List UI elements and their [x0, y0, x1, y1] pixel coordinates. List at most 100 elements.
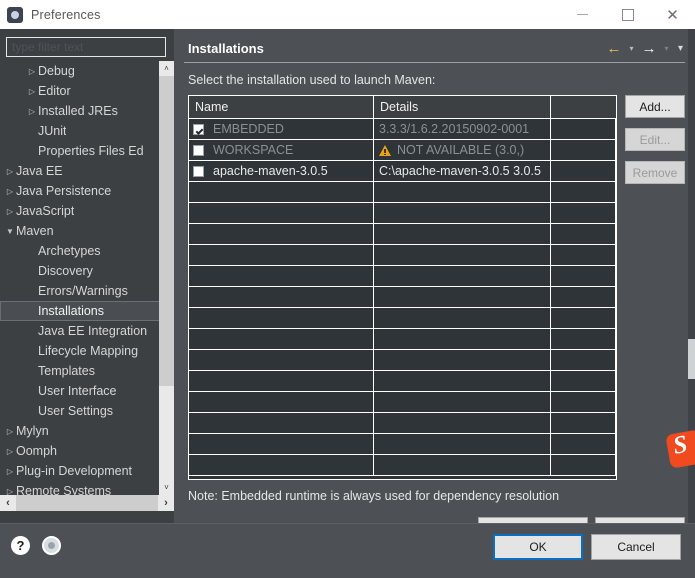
sidebar-item-java-ee[interactable]: ▷ Java EE	[0, 161, 174, 181]
sidebar-item-errors-warnings[interactable]: Errors/Warnings	[0, 281, 174, 301]
sidebar-item-discovery[interactable]: Discovery	[0, 261, 174, 281]
table-row-empty[interactable]	[189, 182, 616, 203]
sidebar-item-maven[interactable]: ▼ Maven	[0, 221, 174, 241]
sidebar-item-debug[interactable]: ▷ Debug	[0, 61, 174, 81]
installations-table[interactable]: Name Details EMBEDDED 3.3.3/1.6.2.2015090…	[188, 95, 617, 480]
cell-extra	[551, 203, 616, 223]
sidebar-item-junit[interactable]: JUnit	[0, 121, 174, 141]
sidebar-item-lifecycle-mapping[interactable]: Lifecycle Mapping	[0, 341, 174, 361]
installation-checkbox[interactable]	[193, 165, 204, 177]
sidebar-item-installed-jres[interactable]: ▷ Installed JREs	[0, 101, 174, 121]
minimize-button[interactable]	[560, 0, 605, 29]
table-row-empty[interactable]	[189, 392, 616, 413]
sidebar-item-editor[interactable]: ▷ Editor	[0, 81, 174, 101]
cancel-button[interactable]: Cancel	[591, 534, 681, 560]
view-menu-chevron-down-icon[interactable]: ▾	[674, 39, 687, 57]
sidebar-hscroll-thumb[interactable]	[16, 495, 158, 511]
sidebar-item-mylyn[interactable]: ▷ Mylyn	[0, 421, 174, 441]
cell-details	[374, 434, 551, 454]
cell-name	[189, 182, 374, 202]
expand-collapsed-icon[interactable]: ▷	[4, 427, 16, 436]
table-row-empty[interactable]	[189, 413, 616, 434]
sidebar-item-java-ee-integration[interactable]: Java EE Integration	[0, 321, 174, 341]
column-header-extra[interactable]	[551, 96, 616, 118]
cell-details	[374, 413, 551, 433]
cell-extra	[551, 413, 616, 433]
column-header-name[interactable]: Name	[189, 96, 374, 118]
dialog-scroll-thumb[interactable]	[688, 339, 695, 379]
sidebar-item-plug-in-development[interactable]: ▷ Plug-in Development	[0, 461, 174, 481]
table-row-empty[interactable]	[189, 350, 616, 371]
installation-checkbox[interactable]	[193, 123, 204, 135]
sidebar-vertical-scrollbar[interactable]: ˄ ˅	[159, 61, 174, 495]
scroll-up-icon[interactable]: ˄	[159, 61, 174, 76]
sidebar-item-oomph[interactable]: ▷ Oomph	[0, 441, 174, 461]
preferences-tree[interactable]: ▷ Debug ▷ Editor ▷ Installed JREs JUnit Propert…	[0, 61, 174, 495]
sidebar-item-archetypes[interactable]: Archetypes	[0, 241, 174, 261]
shell-settings-icon[interactable]	[42, 536, 61, 555]
maximize-button[interactable]	[605, 0, 650, 29]
cell-extra	[551, 350, 616, 370]
table-row[interactable]: WORKSPACE NOT AVAILABLE (3.0,)	[189, 140, 616, 161]
expand-collapsed-icon[interactable]: ▷	[4, 447, 16, 456]
table-row-empty[interactable]	[189, 287, 616, 308]
table-row-empty[interactable]	[189, 245, 616, 266]
cell-name	[189, 350, 374, 370]
cell-name	[189, 329, 374, 349]
installation-checkbox[interactable]	[193, 144, 204, 156]
forward-history-chevron-down-icon[interactable]: ▾	[660, 39, 673, 57]
expand-collapsed-icon[interactable]: ▷	[4, 487, 16, 496]
column-header-details[interactable]: Details	[374, 96, 551, 118]
cell-details	[374, 308, 551, 328]
table-row-empty[interactable]	[189, 371, 616, 392]
sidebar-item-installations[interactable]: Installations	[0, 301, 174, 321]
sidebar-item-label: JavaScript	[16, 204, 75, 218]
forward-arrow-icon[interactable]: →	[639, 39, 659, 57]
table-row-empty[interactable]	[189, 224, 616, 245]
filter-text-field[interactable]: type filter text	[6, 37, 166, 57]
table-row-empty[interactable]	[189, 308, 616, 329]
cell-details	[374, 182, 551, 202]
sidebar-item-templates[interactable]: Templates	[0, 361, 174, 381]
table-row-empty[interactable]	[189, 329, 616, 350]
help-icon[interactable]: ?	[11, 536, 30, 555]
table-row-empty[interactable]	[189, 434, 616, 455]
expand-collapsed-icon[interactable]: ▷	[4, 207, 16, 216]
preferences-page: Installations Select the installation us…	[178, 29, 695, 540]
back-history-chevron-down-icon[interactable]: ▾	[625, 39, 638, 57]
cell-details: NOT AVAILABLE (3.0,)	[374, 140, 551, 160]
expand-collapsed-icon[interactable]: ▷	[4, 467, 16, 476]
table-row-empty[interactable]	[189, 455, 616, 476]
back-arrow-icon[interactable]: ←	[604, 39, 624, 57]
sidebar-item-label: Plug-in Development	[16, 464, 133, 478]
scroll-right-icon[interactable]: ›	[158, 495, 174, 511]
sogou-ime-logo: S	[665, 429, 695, 469]
sidebar-item-user-interface[interactable]: User Interface	[0, 381, 174, 401]
scroll-down-icon[interactable]: ˅	[159, 480, 174, 495]
scroll-left-icon[interactable]: ‹	[0, 495, 16, 511]
sidebar-item-java-persistence[interactable]: ▷ Java Persistence	[0, 181, 174, 201]
expand-collapsed-icon[interactable]: ▷	[4, 167, 16, 176]
expand-collapsed-icon[interactable]: ▷	[26, 87, 38, 96]
close-button[interactable]: ✕	[650, 0, 695, 29]
ok-button[interactable]: OK	[493, 534, 583, 560]
sidebar-item-properties-files-ed[interactable]: Properties Files Ed	[0, 141, 174, 161]
page-note: Note: Embedded runtime is always used fo…	[188, 489, 560, 503]
sidebar-horizontal-scrollbar[interactable]: ‹ ›	[0, 495, 174, 511]
add-button[interactable]: Add...	[625, 95, 685, 118]
expand-expanded-icon[interactable]: ▼	[4, 227, 16, 236]
sidebar-item-label: Editor	[38, 84, 71, 98]
expand-collapsed-icon[interactable]: ▷	[26, 107, 38, 116]
table-row[interactable]: apache-maven-3.0.5 C:\apache-maven-3.0.5 …	[189, 161, 616, 182]
sogou-letter: S	[671, 430, 690, 460]
expand-collapsed-icon[interactable]: ▷	[4, 187, 16, 196]
expand-collapsed-icon[interactable]: ▷	[26, 67, 38, 76]
table-row[interactable]: EMBEDDED 3.3.3/1.6.2.20150902-0001	[189, 119, 616, 140]
table-row-empty[interactable]	[189, 203, 616, 224]
sidebar-scroll-thumb[interactable]	[159, 76, 174, 386]
table-row-empty[interactable]	[189, 266, 616, 287]
sidebar-item-remote-systems[interactable]: ▷ Remote Systems	[0, 481, 174, 495]
sidebar-item-user-settings[interactable]: User Settings	[0, 401, 174, 421]
sidebar-item-javascript[interactable]: ▷ JavaScript	[0, 201, 174, 221]
cell-name	[189, 287, 374, 307]
